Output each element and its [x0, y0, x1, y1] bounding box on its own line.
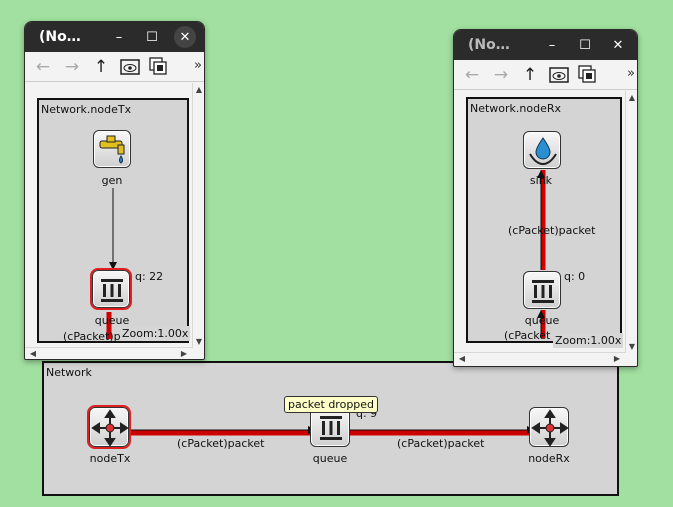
rx-link-label-bottom: (cPacket	[504, 329, 551, 342]
rx-links	[537, 170, 546, 338]
water-drop-sink-icon	[529, 137, 557, 166]
rx-queue-label: queue	[524, 314, 560, 327]
sink-label: sink	[529, 174, 553, 187]
sink-node[interactable]	[523, 131, 561, 169]
rx-queue-length: q: 0	[564, 270, 586, 283]
zoom-indicator: Zoom:1.00x	[553, 333, 624, 348]
queue-icon	[532, 280, 554, 303]
rx-link-label: (cPacket)packet	[508, 224, 596, 237]
rx-queue-node[interactable]	[523, 271, 561, 309]
